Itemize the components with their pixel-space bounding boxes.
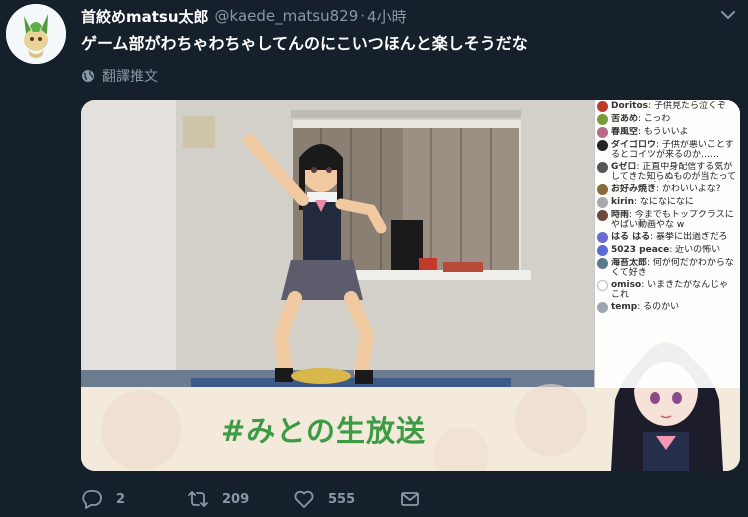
chat-message: 時雨: 今までもトップクラスにやばい動画やな w xyxy=(595,209,740,231)
tweet-timestamp[interactable]: 4小時 xyxy=(367,6,407,27)
tweet-media[interactable]: #みとの生放送 Doritos: 子供見たら泣くぞ 苦あめ: こっわ 春風空: … xyxy=(81,100,740,471)
chat-message: Doritos: 子供見たら泣くぞ xyxy=(595,100,740,113)
translate-label: 翻譯推文 xyxy=(102,69,158,85)
tweet-text: ゲーム部がわちゃわちゃしてんのにこいつほんと楽しそうだな xyxy=(81,34,528,53)
retweet-icon xyxy=(188,491,208,507)
chat-avatar xyxy=(597,245,608,256)
chat-avatar xyxy=(597,184,608,195)
chat-message: kirin: なになになに xyxy=(595,196,740,209)
retweet-count: 209 xyxy=(222,491,250,507)
chat-message: 海苔太郎: 何が何だかわからなくて好き xyxy=(595,257,740,279)
display-name[interactable]: 首絞めmatsu太郎 xyxy=(81,6,209,27)
chat-message: temp: るのかい xyxy=(595,301,740,314)
chat-avatar xyxy=(597,140,608,151)
chat-avatar xyxy=(597,210,608,221)
chat-message: お好み焼き: かわいいよな? xyxy=(595,183,740,196)
tweet-header: 首絞めmatsu太郎 @kaede_matsu829 · 4小時 xyxy=(81,5,407,27)
separator: · xyxy=(360,7,366,25)
reply-button[interactable]: 2 xyxy=(81,488,187,510)
heart-icon xyxy=(294,490,314,508)
reply-icon xyxy=(82,490,102,509)
stream-chat-panel: Doritos: 子供見たら泣くぞ 苦あめ: こっわ 春風空: もういいよ ダイ… xyxy=(594,100,740,388)
chat-avatar xyxy=(597,280,608,291)
chat-avatar xyxy=(597,101,608,112)
chat-message: はる はる: 暴挙に出過ぎだろ xyxy=(595,231,740,244)
tweet-actions: 2 209 555 xyxy=(81,488,434,510)
avatar[interactable] xyxy=(6,4,66,64)
translate-tweet-link[interactable]: 翻譯推文 xyxy=(81,66,158,86)
stream-hashtag: #みとの生放送 xyxy=(221,414,427,448)
leafeon-avatar-icon xyxy=(6,4,66,64)
envelope-icon xyxy=(401,492,419,506)
chat-avatar xyxy=(597,302,608,313)
chat-avatar xyxy=(597,258,608,269)
chat-message: Gゼロ: 正直中身配信する気がしてきた知らぬものが当たってそうよっぽかうわ xyxy=(595,161,740,183)
chat-message: 5023 peace: 近いの怖い xyxy=(595,244,740,257)
like-count: 555 xyxy=(328,491,356,507)
reply-count: 2 xyxy=(116,491,126,507)
chat-avatar xyxy=(597,114,608,125)
direct-message-button[interactable] xyxy=(399,488,434,510)
chat-avatar xyxy=(597,127,608,138)
chat-avatar xyxy=(597,162,608,173)
chat-message: omiso: いまきたがなんじゃこれ xyxy=(595,279,740,301)
retweet-button[interactable]: 209 xyxy=(187,488,293,510)
chevron-down-icon[interactable] xyxy=(720,8,736,22)
chat-message: 春風空: もういいよ xyxy=(595,126,740,139)
like-button[interactable]: 555 xyxy=(293,488,399,510)
globe-icon xyxy=(82,70,94,82)
chat-avatar xyxy=(597,197,608,208)
chat-avatar xyxy=(597,232,608,243)
chat-message: 苦あめ: こっわ xyxy=(595,113,740,126)
chat-message: ダイゴロウ: 子供が悪いことするとコイツが来るのか…… xyxy=(595,139,740,161)
user-handle[interactable]: @kaede_matsu829 xyxy=(215,7,359,25)
